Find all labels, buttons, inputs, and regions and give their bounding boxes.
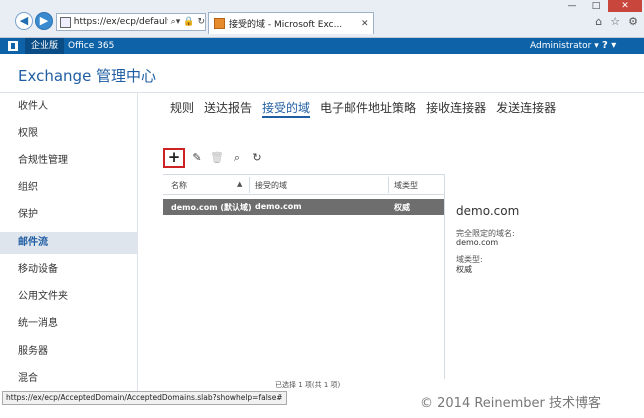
browser-chrome: — □ ✕ ◀ ▶ https://ex/ecp/default.a ⌕▾ 🔒 … — [0, 0, 644, 38]
toolbar: + ✎ 🗑 ⌕ ↻ — [163, 148, 265, 168]
nav-item[interactable]: 混合 — [0, 368, 138, 390]
favorites-icon[interactable]: ☆ — [610, 15, 620, 28]
refresh-icon[interactable]: ↻ — [249, 150, 265, 166]
cell-name: demo.com (默认域) — [171, 203, 252, 212]
window-controls: — □ ✕ — [560, 0, 642, 12]
screen: — □ ✕ ◀ ▶ https://ex/ecp/default.a ⌕▾ 🔒 … — [0, 0, 644, 418]
page-icon — [60, 16, 71, 28]
column-separator — [249, 177, 250, 193]
browser-tools: ⌂ ☆ ⚙ — [595, 15, 638, 28]
back-button[interactable]: ◀ — [15, 12, 33, 30]
subtab-email-address-policies[interactable]: 电子邮件地址策略 — [320, 99, 416, 118]
column-header-type[interactable]: 域类型 — [394, 180, 418, 191]
subtabs: 规则 送达报告 接受的域 电子邮件地址策略 接收连接器 发送连接器 — [170, 99, 556, 118]
nav-item[interactable]: 权限 — [0, 123, 138, 145]
tab-enterprise[interactable]: 企业版 — [25, 38, 65, 54]
close-tab-icon[interactable]: ✕ — [361, 19, 369, 29]
nav-item[interactable]: 移动设备 — [0, 259, 138, 281]
app-bar: 企业版 Office 365 Administrator ▾ ? ▾ — [0, 38, 644, 54]
nav-item[interactable]: 合规性管理 — [0, 150, 138, 172]
details-divider — [444, 174, 445, 379]
column-separator — [388, 177, 389, 193]
refresh-icon[interactable]: ↻ — [197, 17, 205, 27]
grid-header: 名称 ▲ 接受的域 域类型 — [163, 175, 444, 195]
tab-favicon — [214, 18, 225, 29]
subtab-rules[interactable]: 规则 — [170, 99, 194, 118]
nav-item[interactable]: 公用文件夹 — [0, 286, 138, 308]
column-header-name[interactable]: 名称 — [171, 180, 187, 191]
subtab-send-connectors[interactable]: 发送连接器 — [496, 99, 556, 118]
forward-button[interactable]: ▶ — [35, 12, 53, 30]
tab-office365[interactable]: Office 365 — [68, 38, 114, 54]
help-menu[interactable]: ? ▾ — [602, 38, 616, 54]
office-logo-icon — [8, 41, 18, 51]
subtab-accepted-domains[interactable]: 接受的域 — [262, 99, 311, 118]
nav-item[interactable]: 服务器 — [0, 341, 138, 363]
cell-type: 权威 — [394, 203, 410, 212]
page-title: Exchange 管理中心 — [18, 67, 157, 85]
selection-status: 已选择 1 项(共 1 项) — [275, 381, 341, 389]
lock-icon: 🔒 — [183, 17, 195, 27]
status-url: https://ex/ecp/AcceptedDomain/AcceptedDo… — [2, 391, 287, 405]
delete-icon[interactable]: 🗑 — [209, 150, 225, 166]
home-icon[interactable]: ⌂ — [595, 15, 602, 28]
nav-item[interactable]: 保护 — [0, 204, 138, 226]
maximize-button[interactable]: □ — [584, 0, 608, 12]
details-title: demo.com — [456, 204, 520, 218]
sort-ascending-icon[interactable]: ▲ — [237, 180, 242, 188]
browser-tab[interactable]: 接受的域 - Microsoft Exc... ✕ — [208, 12, 374, 34]
domain-type-value: 权威 — [456, 265, 472, 274]
fqdn-value: demo.com — [456, 238, 499, 247]
tab-title: 接受的域 - Microsoft Exc... — [229, 20, 343, 30]
column-header-domain[interactable]: 接受的域 — [255, 180, 287, 191]
nav-item[interactable]: 组织 — [0, 177, 138, 199]
table-row[interactable]: demo.com (默认域) demo.com 权威 — [163, 199, 444, 215]
subtab-delivery-reports[interactable]: 送达报告 — [204, 99, 252, 118]
nav-item-active[interactable]: 邮件流 — [0, 232, 138, 254]
left-nav: 收件人 权限 合规性管理 组织 保护 邮件流 移动设备 公用文件夹 统一消息 服… — [0, 93, 138, 395]
nav-item[interactable]: 收件人 — [0, 96, 138, 118]
watermark: © 2014 Reinember 技术博客 — [420, 396, 602, 411]
domains-grid: 名称 ▲ 接受的域 域类型 demo.com (默认域) demo.com 权威 — [163, 174, 444, 379]
subtab-receive-connectors[interactable]: 接收连接器 — [426, 99, 486, 118]
nav-item[interactable]: 统一消息 — [0, 313, 138, 335]
minimize-button[interactable]: — — [560, 0, 584, 12]
close-window-button[interactable]: ✕ — [608, 0, 642, 12]
user-menu[interactable]: Administrator ▾ — [530, 38, 599, 54]
search-icon[interactable]: ⌕ — [229, 150, 245, 166]
add-icon[interactable]: + — [163, 148, 185, 168]
address-url[interactable]: https://ex/ecp/default.a — [74, 17, 168, 27]
search-icon[interactable]: ⌕▾ — [171, 17, 181, 27]
edit-icon[interactable]: ✎ — [189, 150, 205, 166]
cell-domain: demo.com — [255, 202, 302, 211]
gear-icon[interactable]: ⚙ — [628, 15, 638, 28]
address-bar[interactable]: https://ex/ecp/default.a ⌕▾ 🔒 ↻ — [56, 13, 206, 31]
